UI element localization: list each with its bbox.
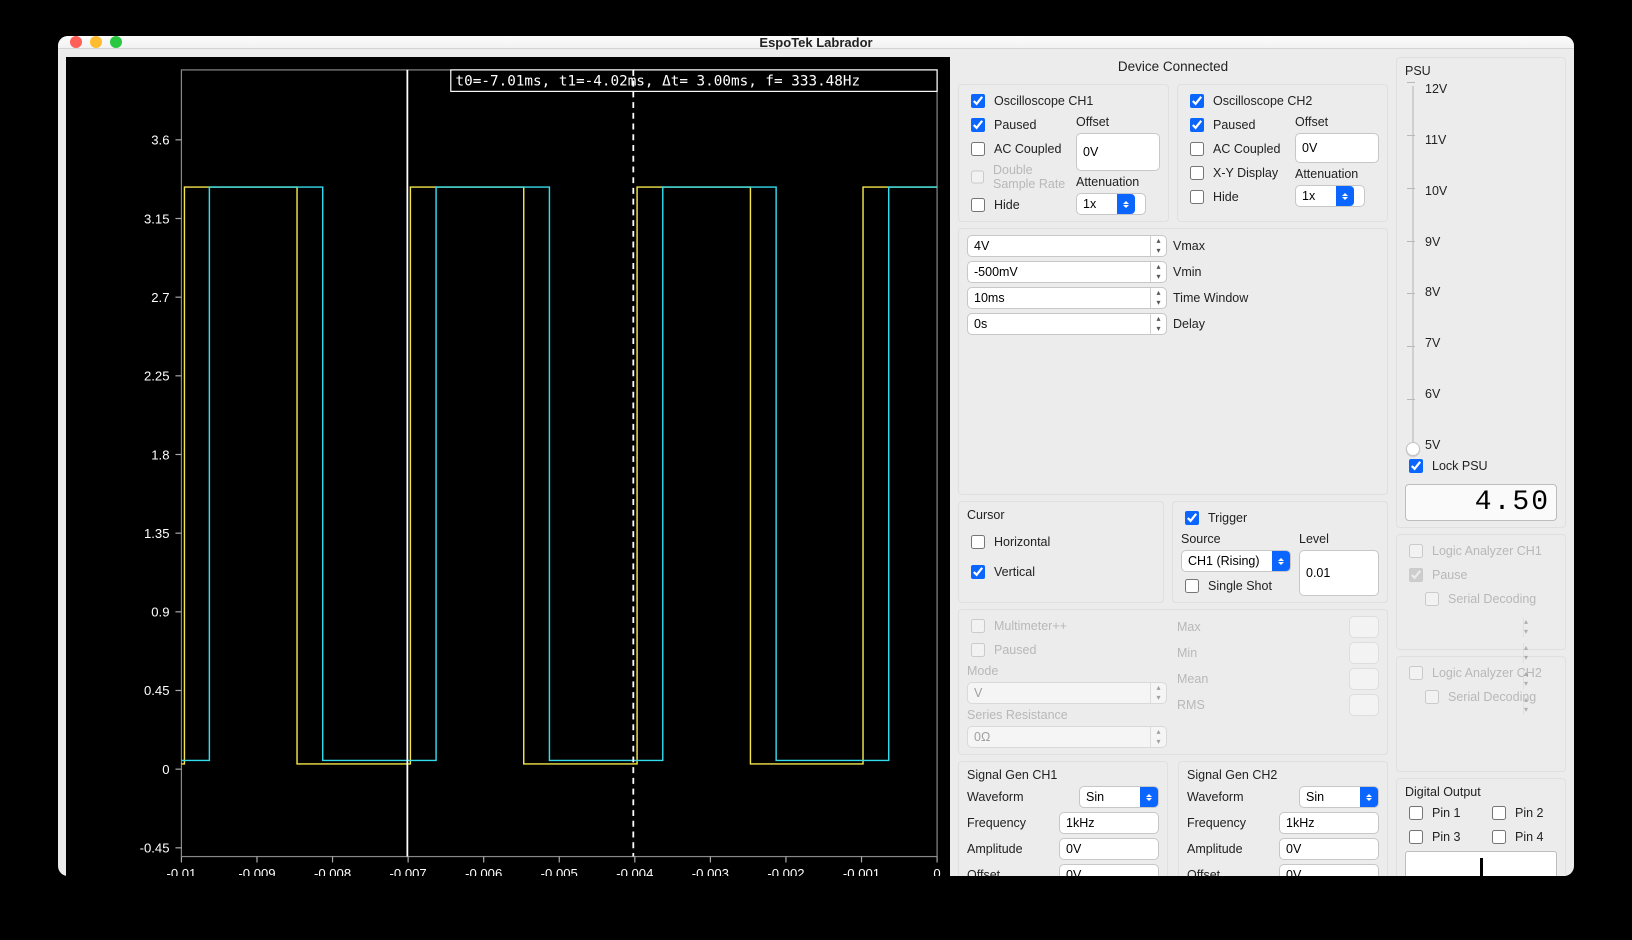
sig1-frequency-input[interactable]: ▴▾	[1059, 812, 1159, 834]
vmin-input[interactable]: ▴▾	[967, 261, 1167, 283]
siggen-ch2-group: Signal Gen CH2 Waveform Frequency▴▾ Ampl…	[1178, 761, 1388, 876]
psu-tick-label: 12V	[1425, 82, 1557, 96]
vmax-input[interactable]: ▴▾	[967, 235, 1167, 257]
svg-text:-0.001: -0.001	[843, 866, 880, 876]
svg-text:2.7: 2.7	[151, 290, 169, 305]
trigger-group: Trigger Source Single Shot Level ▴▾	[1172, 501, 1388, 603]
svg-text:-0.009: -0.009	[238, 866, 275, 876]
cursor-vertical-checkbox[interactable]	[971, 565, 985, 579]
oscilloscope-ch2-group: Oscilloscope CH2 Paused AC Coupled X-Y D…	[1177, 84, 1388, 222]
delay-input[interactable]: ▴▾	[967, 313, 1167, 335]
window-title: EspoTek Labrador	[58, 36, 1574, 50]
siggen-ch1-group: Signal Gen CH1 Waveform Frequency▴▾ Ampl…	[958, 761, 1168, 876]
psu-tick-label: 5V	[1425, 438, 1557, 452]
sig1-amplitude-input[interactable]: ▴▾	[1059, 838, 1159, 860]
svg-text:0.45: 0.45	[144, 683, 170, 698]
psu-tick-label: 8V	[1425, 285, 1557, 299]
ch1-ac-checkbox[interactable]	[971, 142, 985, 156]
app-window: EspoTek Labrador 3.6 3.15 2.7 2.25 1.8 1.35 0.…	[58, 36, 1574, 876]
trigger-enable-checkbox[interactable]	[1185, 511, 1199, 525]
trigger-level-input[interactable]: ▴▾	[1299, 550, 1379, 596]
svg-text:3.15: 3.15	[144, 211, 170, 226]
svg-text:-0.003: -0.003	[692, 866, 729, 876]
svg-text:0: 0	[162, 762, 169, 777]
svg-text:-0.007: -0.007	[390, 866, 427, 876]
ch1-attenuation-select[interactable]	[1076, 193, 1146, 215]
svg-text:-0.45: -0.45	[140, 841, 170, 856]
svg-text:3.6: 3.6	[151, 133, 169, 148]
ch2-attenuation-select[interactable]	[1295, 185, 1365, 207]
sig1-offset-input[interactable]: ▴▾	[1059, 864, 1159, 876]
trigger-source-select[interactable]	[1181, 550, 1291, 572]
psu-readout: 4.50	[1405, 484, 1557, 521]
svg-text:0.9: 0.9	[151, 605, 169, 620]
svg-text:-0.01: -0.01	[166, 866, 196, 876]
sig2-waveform-select[interactable]	[1299, 786, 1379, 808]
sig2-offset-input[interactable]: ▴▾	[1279, 864, 1379, 876]
ch1-paused-checkbox[interactable]	[971, 118, 985, 132]
sig2-frequency-input[interactable]: ▴▾	[1279, 812, 1379, 834]
psu-group: PSU 12V11V10V9V8V7V6V5V Lock PSU 4.50	[1396, 57, 1566, 528]
ch2-offset-input[interactable]: ▴▾	[1295, 133, 1379, 163]
pin2-checkbox[interactable]	[1492, 806, 1506, 820]
psu-tick-label: 6V	[1425, 387, 1557, 401]
psu-tick-label: 11V	[1425, 133, 1557, 147]
ch1-offset-input[interactable]: ▴▾	[1076, 133, 1160, 171]
multimeter-enable-checkbox	[971, 619, 985, 633]
cursor-group: Cursor Horizontal Vertical	[958, 501, 1164, 603]
ch1-hide-checkbox[interactable]	[971, 198, 985, 212]
la1-serial-checkbox	[1425, 592, 1439, 606]
psu-tick-label: 7V	[1425, 336, 1557, 350]
sig2-amplitude-input[interactable]: ▴▾	[1279, 838, 1379, 860]
timewindow-input[interactable]: ▴▾	[967, 287, 1167, 309]
ch2-paused-checkbox[interactable]	[1190, 118, 1204, 132]
pin1-checkbox[interactable]	[1409, 806, 1423, 820]
mm-mean-value: ▴▾	[1349, 668, 1379, 690]
titlebar: EspoTek Labrador	[58, 36, 1574, 49]
multimeter-paused-checkbox	[971, 643, 985, 657]
svg-text:0: 0	[933, 866, 940, 876]
pin4-checkbox[interactable]	[1492, 830, 1506, 844]
cursor-horizontal-checkbox[interactable]	[971, 535, 985, 549]
cursor-readout: t0=-7.01ms, t1=-4.02ms, Δt= 3.00ms, f= 3…	[456, 73, 861, 89]
psu-lock-checkbox[interactable]	[1409, 459, 1423, 473]
ch1-enable-checkbox[interactable]	[971, 94, 985, 108]
device-status: Device Connected	[958, 57, 1388, 78]
svg-text:-0.004: -0.004	[616, 866, 653, 876]
sig1-waveform-select[interactable]	[1079, 786, 1159, 808]
svg-text:2.25: 2.25	[144, 369, 170, 384]
svg-text:-0.008: -0.008	[314, 866, 351, 876]
svg-text:-0.006: -0.006	[465, 866, 502, 876]
la1-pause-checkbox	[1409, 568, 1423, 582]
multimeter-mode-select: ▴▾	[967, 682, 1167, 704]
mm-rms-value: ▴▾	[1349, 694, 1379, 716]
psu-slider[interactable]	[1405, 82, 1421, 452]
svg-text:1.8: 1.8	[151, 447, 169, 462]
multimeter-group: Multimeter++ Paused Mode ▴▾ Series Resis…	[958, 609, 1388, 755]
svg-text:-0.002: -0.002	[767, 866, 804, 876]
digital-output-group: Digital Output Pin 1 Pin 2 Pin 3 Pin 4	[1396, 778, 1566, 876]
mm-max-value: ▴▾	[1349, 616, 1379, 638]
psu-tick-label: 10V	[1425, 184, 1557, 198]
psu-tick-label: 9V	[1425, 235, 1557, 249]
svg-text:-0.005: -0.005	[541, 866, 578, 876]
ch2-ac-checkbox[interactable]	[1190, 142, 1204, 156]
multimeter-sr-input: ▴▾	[967, 726, 1167, 748]
la1-enable-checkbox	[1409, 544, 1423, 558]
oscilloscope-plot[interactable]: 3.6 3.15 2.7 2.25 1.8 1.35 0.9 0.45 0 -0.45 -0.01 -…	[66, 57, 950, 876]
ch2-xy-checkbox[interactable]	[1190, 166, 1204, 180]
mm-min-value: ▴▾	[1349, 642, 1379, 664]
ch1-dsr-checkbox	[971, 170, 984, 184]
ch2-enable-checkbox[interactable]	[1190, 94, 1204, 108]
oscilloscope-ch1-group: Oscilloscope CH1 Paused AC Coupled Doubl…	[958, 84, 1169, 222]
pin3-checkbox[interactable]	[1409, 830, 1423, 844]
range-group: ▴▾Vmax ▴▾Vmin ▴▾Time Window ▴▾Delay	[958, 228, 1388, 495]
digital-output-preview	[1405, 851, 1557, 876]
trigger-singleshot-checkbox[interactable]	[1185, 579, 1199, 593]
ch2-hide-checkbox[interactable]	[1190, 190, 1204, 204]
svg-text:1.35: 1.35	[144, 526, 170, 541]
